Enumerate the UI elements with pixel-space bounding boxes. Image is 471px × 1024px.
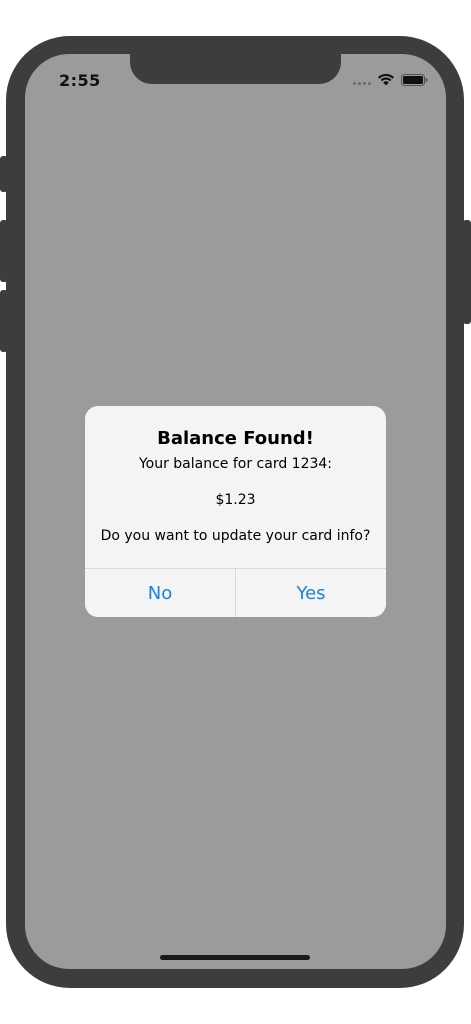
alert-message-balance-amount: $1.23: [215, 492, 256, 508]
alert-message-question: Do you want to update your card info?: [100, 528, 371, 544]
cellular-dots-icon: [353, 75, 371, 85]
wifi-icon: [377, 73, 395, 86]
power-button: [463, 220, 471, 324]
alert-title: Balance Found!: [157, 428, 314, 449]
battery-icon: [401, 73, 428, 86]
status-time: 2:55: [59, 71, 101, 90]
status-icons: [353, 73, 428, 86]
balance-alert-dialog: Balance Found! Your balance for card 123…: [85, 406, 386, 617]
home-indicator[interactable]: [160, 955, 310, 960]
no-button[interactable]: No: [85, 569, 235, 617]
alert-message-balance-label: Your balance for card 1234:: [138, 456, 333, 472]
notch: [130, 54, 341, 84]
yes-button[interactable]: Yes: [236, 569, 386, 617]
